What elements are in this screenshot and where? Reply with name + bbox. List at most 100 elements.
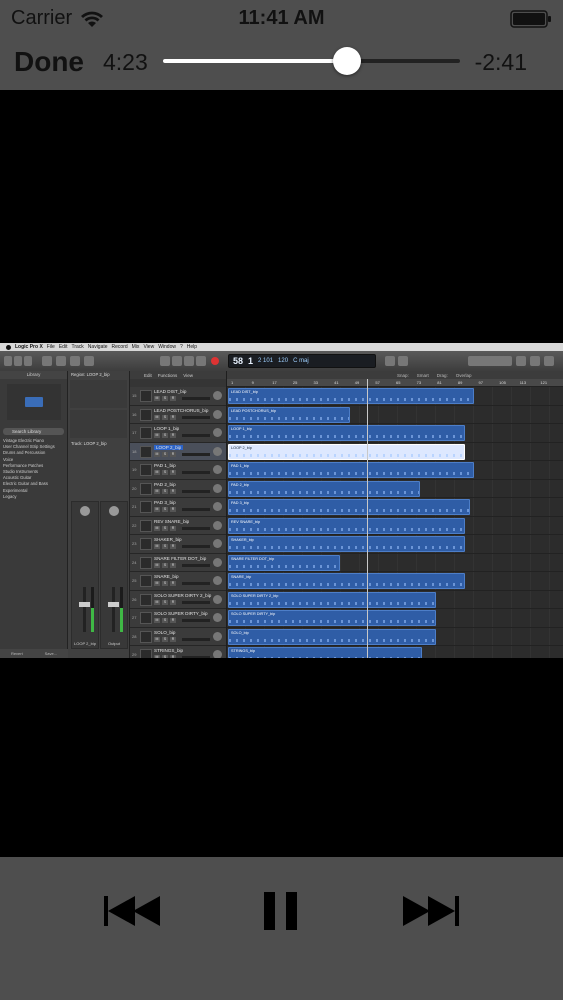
menu-item: ?: [179, 344, 183, 350]
smart-controls-icon: [42, 356, 52, 366]
record-enable-icon: R: [170, 396, 176, 401]
ruler-tick: 81: [437, 380, 442, 385]
region-waveform: [229, 546, 464, 549]
list-editors-icon: [516, 356, 526, 366]
next-track-button[interactable]: [395, 881, 465, 941]
track-lane: PAD 1_bip: [227, 461, 563, 480]
solo-icon: S: [162, 488, 168, 494]
status-bar: Carrier 11:41 AM: [0, 0, 563, 38]
track-name: STRINGS_bip: [154, 648, 184, 653]
region-waveform: [229, 601, 435, 605]
region-waveform: [229, 416, 349, 420]
menu-item: Navigate: [87, 344, 108, 350]
lcd-beat: 1: [248, 356, 254, 366]
region-name: SOLO_bip: [231, 630, 249, 635]
track-number: 28: [132, 633, 137, 639]
record-enable-icon: R: [170, 507, 176, 512]
track-header: 20 PAD 2_bip M S R: [130, 479, 226, 498]
track-pan-knob: [213, 409, 222, 419]
scissors-icon: [84, 356, 94, 366]
track-name: SHAKER_bip: [154, 537, 182, 542]
pause-button[interactable]: [246, 881, 316, 941]
solo-icon: S: [162, 451, 168, 457]
track-buttons: MSR: [154, 562, 176, 568]
logic-toolbar: 58 1 2 101 120 C maj: [0, 351, 563, 371]
region-waveform: [229, 453, 464, 457]
lcd-tempo: 120: [278, 358, 289, 364]
track-name: SOLO_bip: [154, 629, 176, 635]
audio-region: PAD 1_bip: [228, 462, 474, 478]
ruler-tick: 49: [354, 380, 360, 385]
fader-cap: [108, 602, 119, 607]
track-name: LEAD DIST_bip: [154, 389, 187, 394]
track-volume-slider: [182, 600, 210, 604]
app-name: Logic Pro X: [15, 344, 43, 350]
mute-icon: M: [154, 488, 160, 494]
mute-icon: M: [154, 599, 160, 605]
solo-icon: S: [162, 525, 168, 531]
record-enable-icon: R: [170, 414, 176, 420]
solo-icon: S: [162, 636, 168, 642]
track-header: 26 SOLO SUPER DIRTY 2_bip M S R: [130, 590, 226, 609]
solo-icon: S: [162, 581, 168, 586]
region-waveform: [229, 620, 435, 623]
revert-button: Revert: [10, 651, 23, 656]
library-item: Legacy: [3, 493, 17, 499]
volume-fader: [112, 587, 115, 632]
track-buttons: MSR: [154, 655, 176, 658]
region-name: SNARE_bip: [231, 575, 252, 579]
ruler-tick: 105: [499, 380, 506, 385]
scrubber-track[interactable]: [163, 47, 460, 75]
region-name: LEAD DIST_bip: [231, 390, 258, 394]
record-enable-icon: R: [170, 581, 176, 586]
fast-forward-icon: [172, 356, 182, 366]
scrubber-row: Done 4:23 -2:41: [0, 38, 563, 88]
ruler-tick: 113: [519, 380, 527, 385]
player-top-bar: Carrier 11:41 AM Done 4:23 -2:41: [0, 0, 563, 90]
record-enable-icon: R: [170, 525, 176, 531]
track-pan-knob: [213, 391, 222, 400]
track-instrument-icon: [140, 445, 152, 458]
menu-item: Record: [111, 344, 128, 350]
track-lane: SHAKER_bip: [227, 535, 563, 554]
browsers-icon: [544, 356, 554, 366]
mute-icon: M: [154, 618, 160, 623]
ruler-tick: 73: [416, 380, 422, 385]
done-button[interactable]: Done: [14, 46, 84, 78]
track-buttons: MSR: [154, 618, 176, 623]
tracks-menu-item: Edit: [144, 372, 152, 378]
track-number: 25: [132, 578, 137, 583]
track-number: 19: [132, 467, 137, 472]
solo-icon: S: [162, 655, 168, 658]
track-instrument-icon: [140, 427, 152, 439]
channel-strip-name: LOOP 2_bip: [74, 641, 96, 646]
region-name: SHAKER_bip: [231, 538, 254, 542]
track-number: 17: [132, 430, 137, 435]
track-buttons: MSR: [154, 525, 176, 531]
track-header: 28 SOLO_bip M S R: [130, 627, 226, 646]
previous-track-button[interactable]: [98, 881, 168, 941]
scrubber-thumb[interactable]: [333, 47, 362, 75]
track-lanes: LEAD DIST_bip LEAD POSTCHORUS_bip LOOP 1_b…: [227, 387, 563, 658]
track-number: 21: [132, 504, 137, 509]
region-name: SNARE FILTER DOT_bip: [231, 556, 275, 561]
audio-region: SOLO_bip: [228, 628, 436, 645]
ruler-tick: 33: [313, 380, 318, 385]
bar-ruler: 1 9 17 25 33 41 49 57 65 73 81 89 97 105 113 121: [227, 379, 563, 387]
track-pan-knob: [213, 576, 222, 585]
record-enable-icon: R: [170, 562, 176, 568]
region-waveform: [229, 638, 435, 642]
track-header: 15 LEAD DIST_bip M S R: [130, 387, 226, 406]
track-lane: STRINGS_bip: [227, 646, 563, 658]
region-name: SOLO SUPER DIRTY 2_bip: [231, 593, 279, 598]
track-header: 21 PAD 3_bip M S R: [130, 498, 226, 517]
track-instrument-icon: [140, 408, 152, 421]
ruler-tick: 1: [231, 380, 234, 385]
video-frame[interactable]: Logic Pro X File Edit Track Navigate Record M…: [0, 343, 563, 658]
audio-region: PAD 2_bip: [228, 480, 420, 497]
tracks-menu-item: View: [183, 372, 193, 378]
track-buttons: MSR: [154, 507, 176, 512]
mute-icon: M: [154, 636, 160, 642]
audio-region: STRINGS_bip: [228, 647, 422, 658]
arrange-area: Snap: Smart Drag: Overlap 1 9 17 25 33 41 49 57 65 7…: [227, 371, 563, 658]
